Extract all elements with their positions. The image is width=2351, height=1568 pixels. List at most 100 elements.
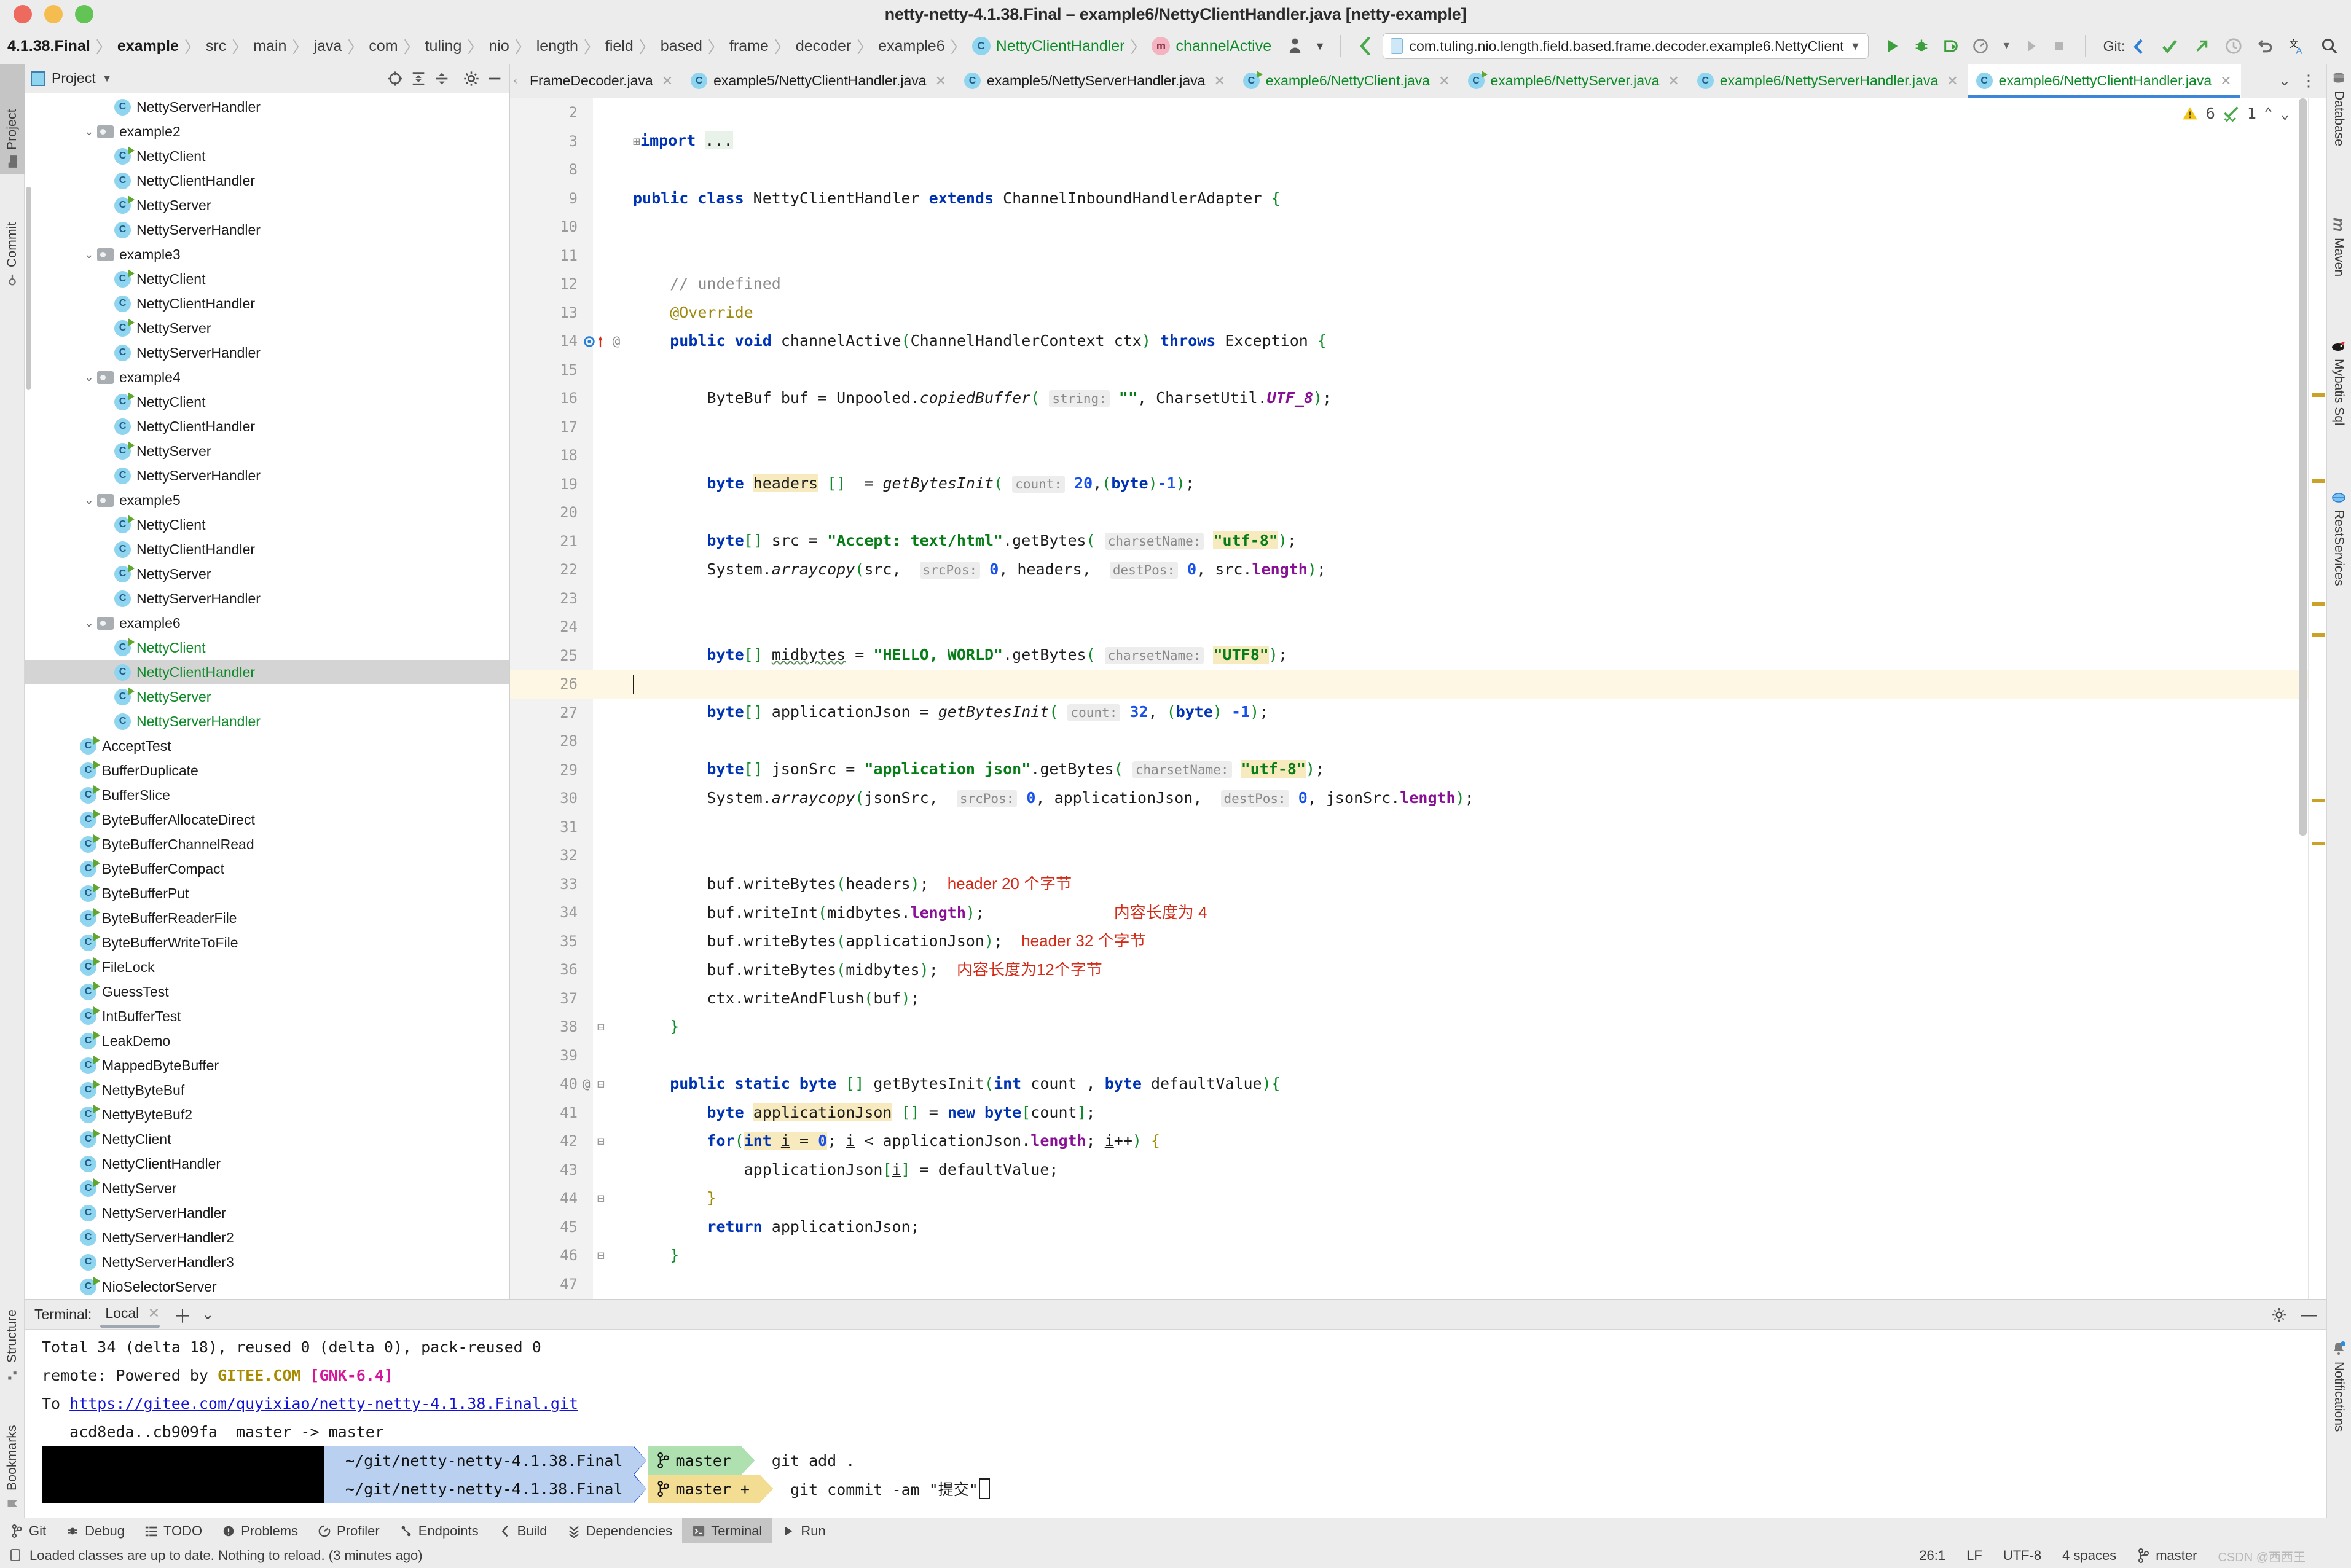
code-line-32[interactable]: 32 xyxy=(510,841,2326,870)
tool-window-endpoints[interactable]: Endpoints xyxy=(390,1518,489,1544)
code-line-37[interactable]: 37 ctx.writeAndFlush(buf); xyxy=(510,984,2326,1013)
chevron-down-icon[interactable]: ⌄ xyxy=(81,125,97,138)
chevron-down-icon[interactable]: ⌄ xyxy=(81,248,97,261)
git-push-icon[interactable] xyxy=(2192,37,2211,55)
code-line-36[interactable]: 36 buf.writeBytes(midbytes); 内容长度为12个字节 xyxy=(510,955,2326,984)
tree-item-nettyserver[interactable]: CNettyServer xyxy=(25,316,509,340)
tree-item-accepttest[interactable]: CAcceptTest xyxy=(25,734,509,758)
fold-minus-icon[interactable]: ⊟ xyxy=(597,1184,605,1213)
tool-window-build[interactable]: Build xyxy=(489,1518,557,1544)
tree-item-nettyclienthandler[interactable]: CNettyClientHandler xyxy=(25,1151,509,1176)
tree-item-nettyclient[interactable]: CNettyClient xyxy=(25,144,509,168)
code-line-30[interactable]: 30 System.arraycopy(jsonSrc, srcPos: 0, … xyxy=(510,784,2326,813)
fold-minus-icon[interactable]: ⊟ xyxy=(597,1070,605,1099)
breadcrumb-item[interactable]: length xyxy=(532,37,583,55)
tree-item-nettyclient[interactable]: CNettyClient xyxy=(25,267,509,291)
tree-item-nettyserverhandler[interactable]: CNettyServerHandler xyxy=(25,463,509,488)
code-line-26[interactable]: 26 xyxy=(510,670,2326,699)
code-line-34[interactable]: 34 buf.writeInt(midbytes.length); 内容长度为 … xyxy=(510,898,2326,927)
git-rollback-icon[interactable] xyxy=(2256,37,2275,55)
code-line-10[interactable]: 10 xyxy=(510,213,2326,241)
tree-item-bytebufferchannelread[interactable]: CByteBufferChannelRead xyxy=(25,832,509,857)
git-commit-icon[interactable] xyxy=(2161,37,2179,55)
code-line-13[interactable]: 13 @Override xyxy=(510,299,2326,327)
code-line-22[interactable]: 22 System.arraycopy(src, srcPos: 0, head… xyxy=(510,555,2326,584)
tab-list-icon[interactable]: ⌄ xyxy=(2278,72,2291,90)
git-branch-widget[interactable]: master xyxy=(2137,1548,2197,1564)
tree-item-nettyclient[interactable]: CNettyClient xyxy=(25,512,509,537)
breadcrumb-item[interactable]: src xyxy=(201,37,231,55)
tree-item-leakdemo[interactable]: CLeakDemo xyxy=(25,1029,509,1053)
code-line-43[interactable]: 43 applicationJson[i] = defaultValue; xyxy=(510,1156,2326,1185)
terminal-output[interactable]: Total 34 (delta 18), reused 0 (delta 0),… xyxy=(25,1330,2326,1518)
code-line-44[interactable]: 44⊟ } xyxy=(510,1184,2326,1213)
file-encoding[interactable]: UTF-8 xyxy=(2003,1548,2041,1564)
tree-item-nettyclienthandler[interactable]: CNettyClientHandler xyxy=(25,414,509,439)
code-line-12[interactable]: 12 // undefined xyxy=(510,270,2326,299)
code-line-33[interactable]: 33 buf.writeBytes(headers); header 20 个字… xyxy=(510,870,2326,899)
inspection-widget[interactable]: 6 1 ⌃ ⌄ xyxy=(2181,104,2290,122)
breadcrumb-item[interactable]: example xyxy=(112,37,184,55)
sidebar-tab-project[interactable]: Project xyxy=(0,64,25,174)
code-line-8[interactable]: 8 xyxy=(510,155,2326,184)
editor-lines[interactable]: 23⊞import ...89public class NettyClientH… xyxy=(510,98,2326,1299)
close-icon[interactable]: ✕ xyxy=(1438,73,1450,89)
fold-minus-icon[interactable]: ⊟ xyxy=(597,1241,605,1270)
breadcrumb-item[interactable]: field xyxy=(600,37,638,55)
more-options-icon[interactable]: ⋮ xyxy=(2301,71,2317,90)
tool-window-problems[interactable]: Problems xyxy=(212,1518,308,1544)
sidebar-tab-notifications[interactable]: Notifications xyxy=(2326,1333,2351,1518)
breadcrumb-item[interactable]: example6 xyxy=(873,37,949,55)
breadcrumb-item[interactable]: CNettyClientHandler xyxy=(967,37,1130,55)
line-separator[interactable]: LF xyxy=(1966,1548,1982,1564)
code-line-42[interactable]: 42⊟ for(int i = 0; i < applicationJson.l… xyxy=(510,1127,2326,1156)
editor-tab-3[interactable]: Cexample6/NettyClient.java✕ xyxy=(1234,64,1459,98)
sidebar-tab-commit[interactable]: Commit xyxy=(0,178,25,294)
chevron-down-icon[interactable]: ▼ xyxy=(1314,40,1325,53)
tree-item-nettyserverhandler[interactable]: CNettyServerHandler xyxy=(25,95,509,119)
code-line-40[interactable]: 40@⊟ public static byte [] getBytesInit(… xyxy=(510,1070,2326,1099)
editor-tab-6[interactable]: Cexample6/NettyClientHandler.java✕ xyxy=(1968,64,2241,98)
editor-scrollbar[interactable] xyxy=(2299,98,2307,836)
code-editor[interactable]: 6 1 ⌃ ⌄ 23⊞import ...89public class Nett… xyxy=(510,98,2326,1299)
code-line-11[interactable]: 11 xyxy=(510,241,2326,270)
more-run-button[interactable] xyxy=(2023,38,2039,54)
code-line-41[interactable]: 41 byte applicationJson [] = new byte[co… xyxy=(510,1099,2326,1127)
tree-item-example6[interactable]: ⌄example6 xyxy=(25,611,509,635)
breadcrumb-item[interactable]: com xyxy=(364,37,402,55)
fold-minus-icon[interactable]: ⊟ xyxy=(597,1127,605,1156)
code-line-3[interactable]: 3⊞import ... xyxy=(510,127,2326,156)
code-line-27[interactable]: 27 byte[] applicationJson = getBytesInit… xyxy=(510,699,2326,727)
tree-item-nettybytebuf[interactable]: CNettyByteBuf xyxy=(25,1078,509,1102)
tab-bar-actions[interactable]: ⌄⋮ xyxy=(2269,64,2326,98)
breadcrumb-item[interactable]: frame xyxy=(724,37,774,55)
code-line-17[interactable]: 17 xyxy=(510,413,2326,442)
run-with-coverage-button[interactable] xyxy=(1942,37,1960,55)
debug-button[interactable] xyxy=(1913,37,1930,55)
code-line-20[interactable]: 20 xyxy=(510,498,2326,527)
fold-minus-icon[interactable]: ⊟ xyxy=(597,1013,605,1041)
tab-scroll-left-icon[interactable]: ‹ xyxy=(510,64,521,98)
project-tree[interactable]: CNettyServerHandler⌄example2CNettyClient… xyxy=(25,93,509,1299)
close-icon[interactable]: ✕ xyxy=(935,73,946,89)
tree-item-guesstest[interactable]: CGuessTest xyxy=(25,979,509,1004)
tree-item-bytebufferreaderfile[interactable]: CByteBufferReaderFile xyxy=(25,906,509,930)
code-line-19[interactable]: 19 byte headers [] = getBytesInit( count… xyxy=(510,470,2326,499)
sidebar-tab-bookmarks[interactable]: Bookmarks xyxy=(0,1392,25,1518)
editor-tab-0[interactable]: FrameDecoder.java✕ xyxy=(521,64,682,98)
breadcrumb-item[interactable]: tuling xyxy=(420,37,467,55)
tree-item-example2[interactable]: ⌄example2 xyxy=(25,119,509,144)
breadcrumb-item[interactable]: mchannelActive xyxy=(1147,37,1276,55)
indent-setting[interactable]: 4 spaces xyxy=(2062,1548,2116,1564)
tree-item-nettyserverhandler2[interactable]: CNettyServerHandler2 xyxy=(25,1225,509,1250)
code-line-38[interactable]: 38⊟ } xyxy=(510,1013,2326,1041)
tree-item-nettybytebuf2[interactable]: CNettyByteBuf2 xyxy=(25,1102,509,1127)
search-icon[interactable] xyxy=(2320,37,2339,55)
chevron-down-icon[interactable]: ⌄ xyxy=(81,617,97,630)
close-icon[interactable]: ✕ xyxy=(1947,73,1958,89)
tree-item-example3[interactable]: ⌄example3 xyxy=(25,242,509,267)
tool-window-bar[interactable]: GitDebugTODOProblemsProfilerEndpointsBui… xyxy=(0,1518,2351,1543)
code-line-14[interactable]: 14 @ public void channelActive(ChannelHa… xyxy=(510,327,2326,356)
tree-item-nioselectorserver[interactable]: CNioSelectorServer xyxy=(25,1274,509,1299)
terminal-command-input[interactable]: git commit -am "提交" xyxy=(774,1475,990,1503)
